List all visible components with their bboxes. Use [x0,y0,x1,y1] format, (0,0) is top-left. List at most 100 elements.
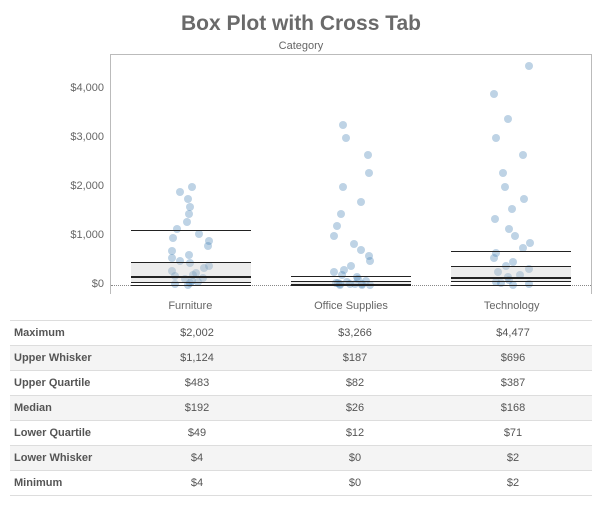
stats-row: Upper Quartile$483$82$387 [10,371,592,396]
data-point [330,232,338,240]
median-line [131,276,251,278]
data-point [365,169,373,177]
stats-row-label: Minimum [10,471,118,496]
data-point [333,222,341,230]
data-point [183,218,191,226]
stats-cell: $26 [276,396,434,421]
stats-row-label: Upper Whisker [10,346,118,371]
data-point [169,234,177,242]
data-point [492,134,500,142]
data-point [491,215,499,223]
stats-cell: $0 [276,471,434,496]
stats-cell: $387 [434,371,592,396]
data-point [176,188,184,196]
plot-row: $0 $1,000 $2,000 $3,000 $4,000 [10,54,592,294]
stats-cell: $82 [276,371,434,396]
stats-cell: $12 [276,421,434,446]
lane-furniture [111,55,271,294]
data-point [505,225,513,233]
stats-cell: $49 [118,421,276,446]
y-tick: $3,000 [70,131,104,143]
category-axis: FurnitureOffice SuppliesTechnology [10,294,592,320]
data-point [353,273,361,281]
stats-row: Lower Quartile$49$12$71 [10,421,592,446]
data-point [364,151,372,159]
data-point [185,210,193,218]
stats-cell: $71 [434,421,592,446]
stats-row: Upper Whisker$1,124$187$696 [10,346,592,371]
data-point [185,251,193,259]
stats-cell: $2 [434,446,592,471]
stats-cell: $0 [276,446,434,471]
stats-row: Minimum$4$0$2 [10,471,592,496]
stats-cell: $2 [434,471,592,496]
data-point [520,195,528,203]
stats-row: Maximum$2,002$3,266$4,477 [10,321,592,346]
stats-cell: $696 [434,346,592,371]
data-point [357,246,365,254]
data-point [509,258,517,266]
lower-whisker-line [291,285,411,286]
stats-row-label: Maximum [10,321,118,346]
data-point [173,225,181,233]
lower-whisker-line [131,285,251,286]
category-label: Technology [431,294,592,320]
lower-whisker-line [451,285,571,286]
stats-row-label: Lower Quartile [10,421,118,446]
data-point [342,134,350,142]
y-tick: $2,000 [70,180,104,192]
median-line [451,277,571,279]
data-point [347,262,355,270]
data-point [350,240,358,248]
stats-row-label: Median [10,396,118,421]
stats-row: Median$192$26$168 [10,396,592,421]
box [451,266,571,281]
upper-whisker-line [291,276,411,277]
category-label: Office Supplies [271,294,432,320]
data-point [205,237,213,245]
y-tick: $4,000 [70,82,104,94]
stats-table: Maximum$2,002$3,266$4,477Upper Whisker$1… [10,320,592,496]
data-point [525,62,533,70]
upper-whisker-line [131,230,251,231]
y-axis: $0 $1,000 $2,000 $3,000 $4,000 [10,54,110,294]
data-point [501,183,509,191]
chart-subtitle: Category [10,40,592,52]
stats-cell: $192 [118,396,276,421]
lane-technology [431,55,591,294]
stats-row-label: Upper Quartile [10,371,118,396]
chart-title: Box Plot with Cross Tab [10,12,592,36]
plot-area [110,54,592,294]
data-point [499,169,507,177]
stats-row-label: Lower Whisker [10,446,118,471]
data-point [188,183,196,191]
data-point [511,232,519,240]
stats-cell: $4 [118,446,276,471]
stats-cell: $187 [276,346,434,371]
data-point [184,195,192,203]
data-point [357,198,365,206]
stats-cell: $2,002 [118,321,276,346]
data-point [508,205,516,213]
data-point [365,252,373,260]
stats-cell: $483 [118,371,276,396]
data-point [339,121,347,129]
stats-cell: $1,124 [118,346,276,371]
data-point [186,203,194,211]
data-point [168,247,176,255]
stats-row: Lower Whisker$4$0$2 [10,446,592,471]
data-point [339,183,347,191]
data-point [337,210,345,218]
category-label: Furniture [110,294,271,320]
data-point [519,151,527,159]
stats-cell: $168 [434,396,592,421]
upper-whisker-line [451,251,571,252]
stats-cell: $4,477 [434,321,592,346]
lane-office-supplies [271,55,431,294]
stats-cell: $3,266 [276,321,434,346]
stats-cell: $4 [118,471,276,496]
y-tick: $0 [92,278,104,290]
data-point [504,115,512,123]
data-point [490,90,498,98]
y-tick: $1,000 [70,229,104,241]
